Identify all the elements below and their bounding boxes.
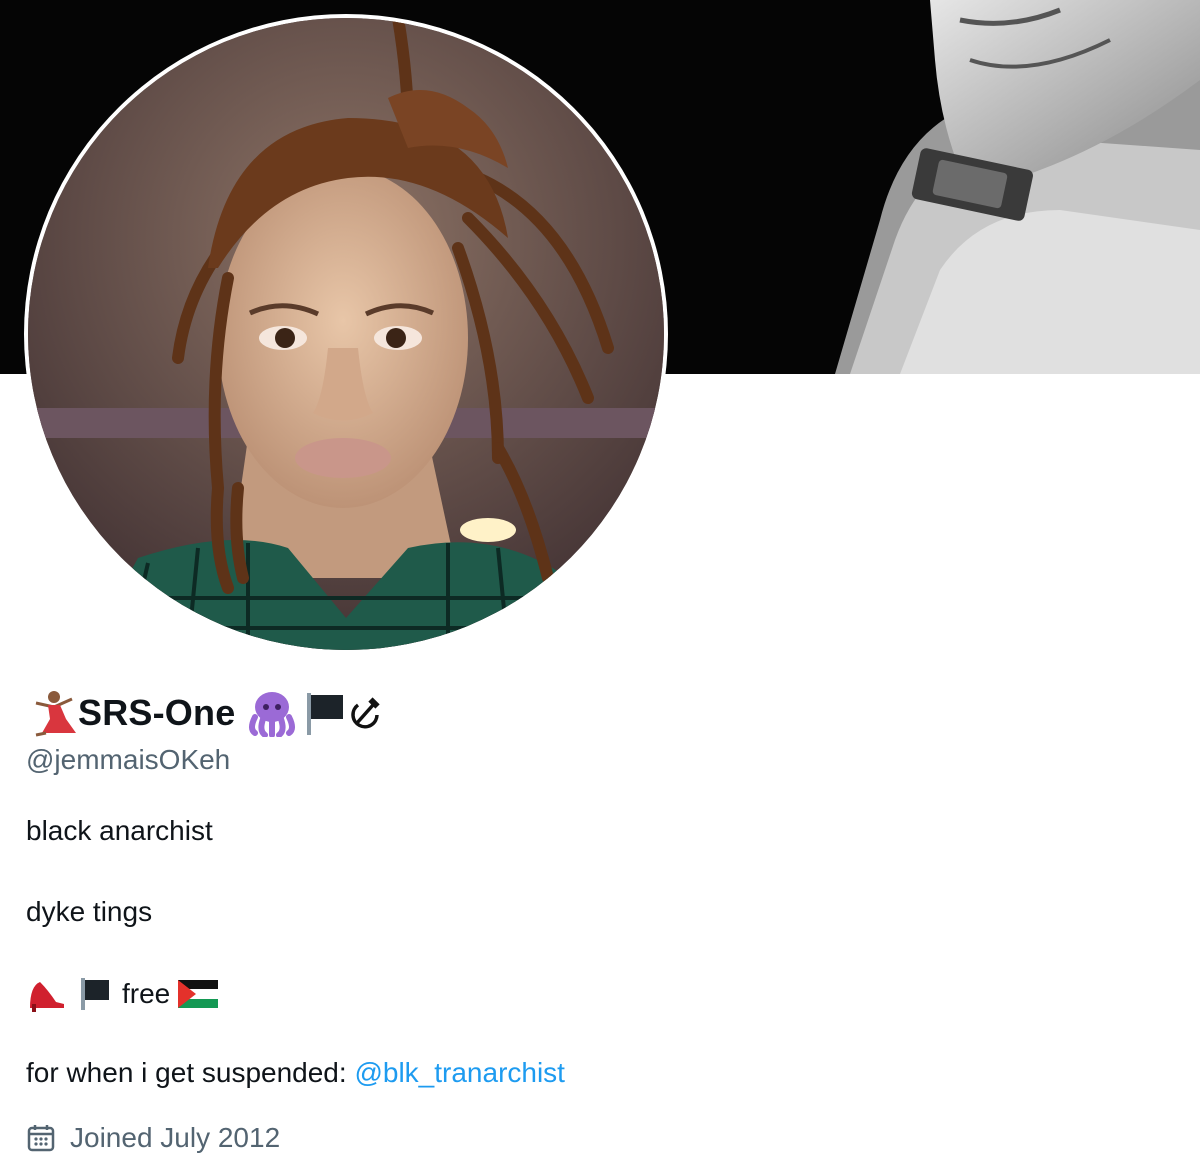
bio-line-4: for when i get suspended: @blk_tranarchi… <box>26 1057 565 1089</box>
profile-name-row: SRS-One <box>26 688 383 738</box>
profile-handle: @jemmaisOKeh <box>26 744 231 775</box>
bio-free-text: free <box>122 978 171 1009</box>
hammer-sickle-icon <box>351 697 381 729</box>
joined-date: Joined July 2012 <box>70 1122 281 1153</box>
backup-account-link[interactable]: @blk_tranarchist <box>354 1057 565 1089</box>
joined-date-row: Joined July 2012 <box>26 1122 280 1154</box>
avatar[interactable] <box>28 18 664 650</box>
bio-line-1: black anarchist <box>26 815 213 846</box>
bio-line-2: dyke tings <box>26 896 153 927</box>
avatar-image <box>28 18 664 650</box>
palestine-flag-icon <box>178 980 219 1008</box>
display-name: SRS-One <box>78 692 236 733</box>
dancer-icon <box>35 691 76 737</box>
black-flag-icon <box>307 693 344 735</box>
black-flag-icon <box>81 978 109 1010</box>
octopus-icon <box>249 692 296 737</box>
high-heel-icon <box>30 982 64 1012</box>
bio-line-3: free <box>26 974 219 1014</box>
calendar-icon <box>27 1125 55 1152</box>
bio-suspended-text: for when i get suspended: <box>26 1057 355 1088</box>
